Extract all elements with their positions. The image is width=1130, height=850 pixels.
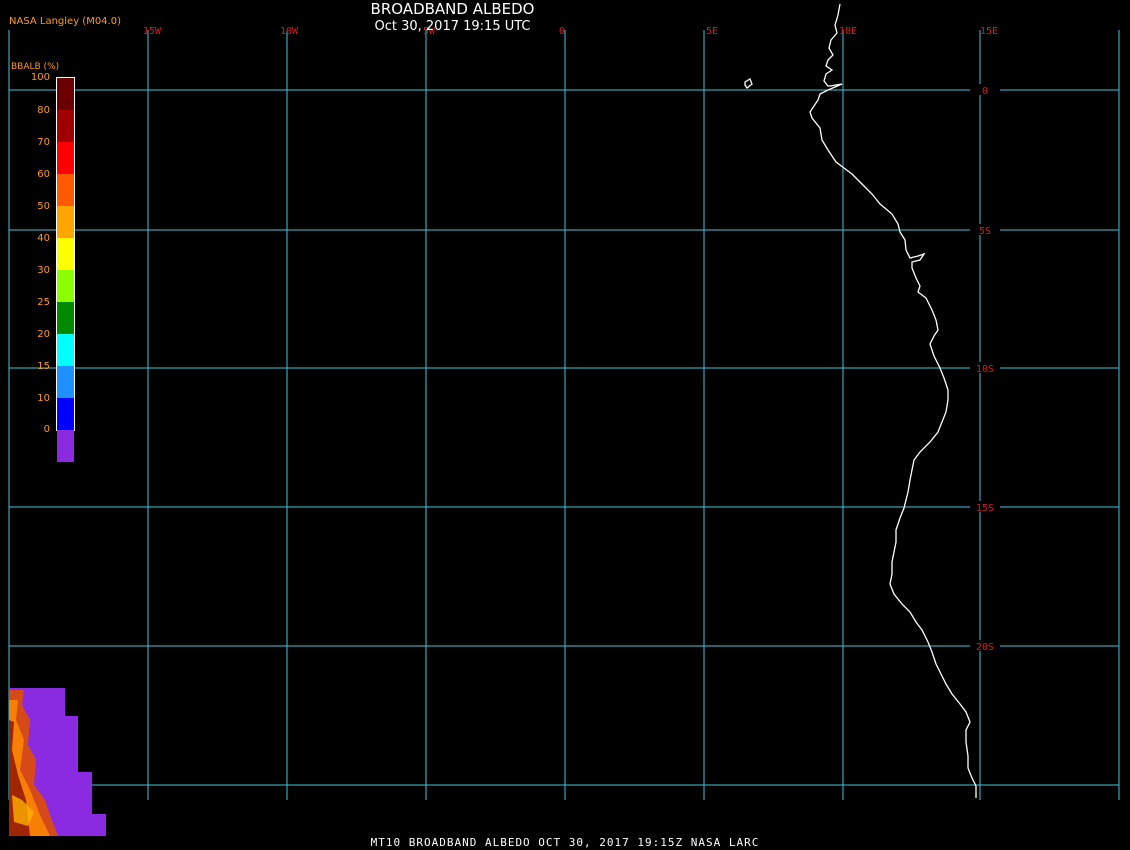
colorbar-tick-label: 10 [37, 393, 50, 404]
colorbar-segment [57, 238, 74, 270]
colorbar-tick-label: 70 [37, 137, 50, 148]
colorbar-segment [57, 430, 74, 462]
credit-label: NASA Langley (M04.0) [9, 16, 121, 27]
colorbar-tick-label: 0 [43, 424, 50, 435]
colorbar-tick-label: 30 [37, 265, 50, 276]
colorbar-title: BBALB (%) [11, 62, 60, 72]
footer-caption: MT10 BROADBAND ALBEDO OCT 30, 2017 19:15… [370, 836, 760, 849]
colorbar-segment [57, 110, 74, 142]
latitude-label: 15S [976, 503, 994, 514]
colorbar-segment [57, 270, 74, 302]
map-timestamp: Oct 30, 2017 19:15 UTC [374, 19, 531, 34]
colorbar [56, 77, 75, 462]
colorbar-segment [57, 366, 74, 398]
colorbar-tick-label: 25 [37, 297, 50, 308]
colorbar-tick-label: 40 [37, 233, 50, 244]
colorbar-segment [57, 142, 74, 174]
colorbar-segment [57, 398, 74, 430]
colorbar-segment [57, 78, 74, 110]
coastline [744, 3, 977, 798]
colorbar-segment [57, 206, 74, 238]
colorbar-segment [57, 334, 74, 366]
map-canvas: 15W 10W 5W 0 5E 10E 15E 05S10S15S20S [8, 3, 1120, 836]
satellite-swath [9, 688, 106, 836]
longitude-label: 15E [980, 26, 998, 37]
colorbar-tick-label: 20 [37, 329, 50, 340]
colorbar-tick-label: 50 [37, 201, 50, 212]
latitude-label: 5S [979, 226, 991, 237]
colorbar-tick-label: 15 [37, 361, 50, 372]
latitude-label: 20S [976, 642, 994, 653]
colorbar-tick-label: 80 [37, 105, 50, 116]
colorbar-tick-label: 60 [37, 169, 50, 180]
latitude-label: 10S [976, 364, 994, 375]
map-title: BROADBAND ALBEDO [370, 0, 535, 18]
latitude-label: 0 [982, 86, 988, 97]
graticule [8, 30, 1120, 800]
colorbar-tick-label: 100 [30, 72, 50, 83]
latitude-labels: 0 5S 10S 15S 20S [970, 84, 1000, 653]
colorbar-segment [57, 302, 74, 334]
colorbar-segment [57, 174, 74, 206]
